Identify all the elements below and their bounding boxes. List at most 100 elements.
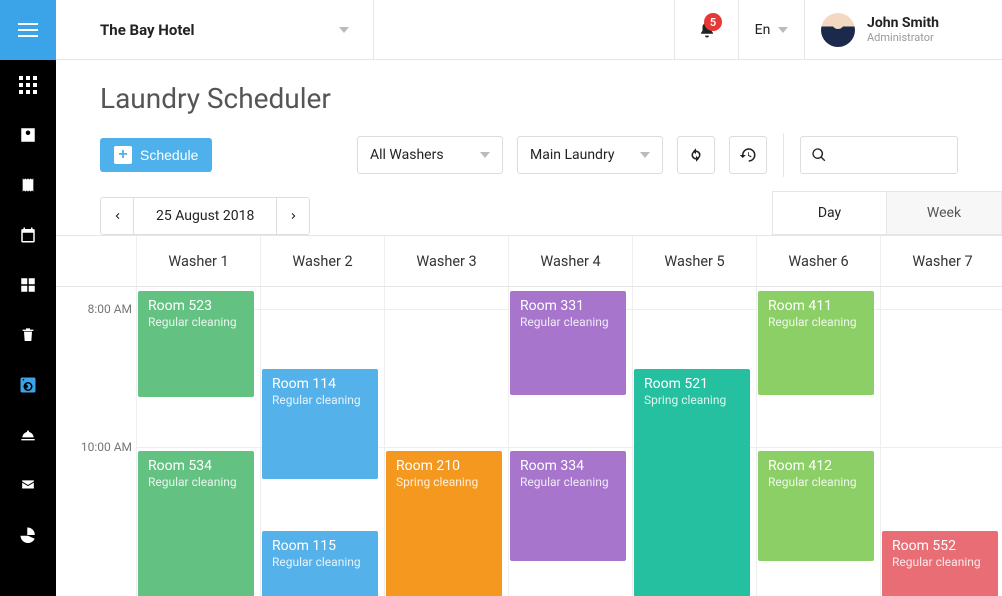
caret-down-icon bbox=[480, 152, 490, 158]
sidebar-item-mail[interactable] bbox=[0, 460, 56, 510]
sidebar-item-apps[interactable] bbox=[0, 60, 56, 110]
event-title: Room 534 bbox=[148, 458, 212, 474]
date-navigator: 25 August 2018 bbox=[100, 197, 310, 235]
column-header: Washer 7 bbox=[880, 236, 1002, 286]
pie-chart-icon bbox=[19, 526, 37, 544]
schedule-button-label: Schedule bbox=[140, 147, 198, 163]
event-subtitle: Regular cleaning bbox=[148, 475, 244, 489]
language-label: En bbox=[755, 22, 771, 38]
hotel-selector[interactable]: The Bay Hotel bbox=[56, 0, 374, 59]
sidebar bbox=[0, 0, 56, 596]
sidebar-item-grid[interactable] bbox=[0, 260, 56, 310]
event-title: Room 523 bbox=[148, 298, 212, 314]
user-role: Administrator bbox=[867, 31, 939, 44]
notification-badge: 5 bbox=[704, 13, 722, 31]
page-title: Laundry Scheduler bbox=[100, 82, 958, 115]
refresh-button[interactable] bbox=[677, 136, 715, 174]
notifications-button[interactable]: 5 bbox=[674, 0, 738, 59]
event-title: Room 331 bbox=[520, 298, 584, 314]
event-subtitle: Spring cleaning bbox=[396, 475, 492, 489]
event-title: Room 114 bbox=[272, 376, 336, 392]
event-subtitle: Regular cleaning bbox=[520, 475, 616, 489]
caret-down-icon bbox=[778, 27, 788, 33]
avatar bbox=[821, 13, 855, 47]
sidebar-item-contacts[interactable] bbox=[0, 110, 56, 160]
hamburger-menu-button[interactable] bbox=[0, 0, 56, 60]
schedule-button[interactable]: + Schedule bbox=[100, 138, 212, 172]
scheduler-body[interactable]: 8:00 AM10:00 AMRoom 523Regular cleaningR… bbox=[56, 287, 1002, 596]
view-tab-day[interactable]: Day bbox=[772, 191, 887, 235]
scheduled-event[interactable]: Room 412Regular cleaning bbox=[758, 451, 874, 561]
trash-icon bbox=[20, 326, 36, 344]
sidebar-item-laundry[interactable] bbox=[0, 360, 56, 410]
topbar: The Bay Hotel 5 En John Smith Administra… bbox=[56, 0, 1002, 60]
contact-icon bbox=[19, 126, 37, 144]
column-header: Washer 5 bbox=[632, 236, 756, 286]
caret-down-icon bbox=[339, 27, 349, 33]
scheduled-event[interactable]: Room 411Regular cleaning bbox=[758, 291, 874, 395]
time-label: 8:00 AM bbox=[56, 302, 132, 316]
column-header: Washer 3 bbox=[384, 236, 508, 286]
receipt-icon bbox=[20, 176, 36, 194]
hamburger-icon bbox=[18, 23, 38, 37]
event-title: Room 521 bbox=[644, 376, 708, 392]
history-icon bbox=[739, 146, 757, 164]
event-title: Room 210 bbox=[396, 458, 460, 474]
current-date[interactable]: 25 August 2018 bbox=[133, 198, 277, 234]
event-subtitle: Regular cleaning bbox=[148, 315, 244, 329]
sidebar-item-calendar[interactable] bbox=[0, 210, 56, 260]
scheduled-event[interactable]: Room 534Regular cleaning bbox=[138, 451, 254, 596]
plus-icon: + bbox=[114, 146, 132, 164]
scheduled-event[interactable]: Room 115Regular cleaning bbox=[262, 531, 378, 596]
event-title: Room 115 bbox=[272, 538, 336, 554]
scheduler-header: Washer 1Washer 2Washer 3Washer 4Washer 5… bbox=[56, 236, 1002, 287]
event-subtitle: Regular cleaning bbox=[768, 475, 864, 489]
view-switch: Day Week bbox=[772, 191, 1002, 235]
event-subtitle: Regular cleaning bbox=[520, 315, 616, 329]
location-filter-value: Main Laundry bbox=[530, 147, 614, 163]
column-header: Washer 6 bbox=[756, 236, 880, 286]
user-menu[interactable]: John Smith Administrator bbox=[804, 0, 1002, 59]
chevron-left-icon bbox=[113, 209, 122, 223]
column-header: Washer 2 bbox=[260, 236, 384, 286]
scheduled-event[interactable]: Room 331Regular cleaning bbox=[510, 291, 626, 395]
next-day-button[interactable] bbox=[277, 198, 309, 234]
calendar-icon bbox=[19, 226, 37, 244]
scheduled-event[interactable]: Room 334Regular cleaning bbox=[510, 451, 626, 561]
column-header: Washer 4 bbox=[508, 236, 632, 286]
event-title: Room 411 bbox=[768, 298, 832, 314]
washer-filter-select[interactable]: All Washers bbox=[357, 136, 503, 174]
search-input[interactable] bbox=[800, 136, 958, 174]
scheduled-event[interactable]: Room 521Spring cleaning bbox=[634, 369, 750, 596]
scheduled-event[interactable]: Room 114Regular cleaning bbox=[262, 369, 378, 479]
event-subtitle: Regular cleaning bbox=[768, 315, 864, 329]
event-title: Room 412 bbox=[768, 458, 832, 474]
scheduled-event[interactable]: Room 210Spring cleaning bbox=[386, 451, 502, 596]
language-selector[interactable]: En bbox=[738, 0, 804, 59]
event-subtitle: Regular cleaning bbox=[272, 393, 368, 407]
toolbar: + Schedule All Washers Main Laundry bbox=[56, 115, 1002, 177]
column-header: Washer 1 bbox=[136, 236, 260, 286]
event-subtitle: Regular cleaning bbox=[892, 555, 988, 569]
sidebar-item-receipts[interactable] bbox=[0, 160, 56, 210]
history-button[interactable] bbox=[729, 136, 767, 174]
event-title: Room 334 bbox=[520, 458, 584, 474]
scheduler: Washer 1Washer 2Washer 3Washer 4Washer 5… bbox=[56, 235, 1002, 596]
sidebar-item-trash[interactable] bbox=[0, 310, 56, 360]
time-label: 10:00 AM bbox=[56, 440, 132, 454]
sidebar-item-room-service[interactable] bbox=[0, 410, 56, 460]
chevron-right-icon bbox=[289, 209, 298, 223]
sidebar-item-reports[interactable] bbox=[0, 510, 56, 560]
location-filter-select[interactable]: Main Laundry bbox=[517, 136, 663, 174]
event-subtitle: Spring cleaning bbox=[644, 393, 740, 407]
view-tab-week[interactable]: Week bbox=[887, 191, 1002, 235]
mail-icon bbox=[19, 478, 37, 492]
apps-icon bbox=[19, 76, 37, 94]
scheduled-event[interactable]: Room 523Regular cleaning bbox=[138, 291, 254, 397]
search-icon bbox=[811, 147, 827, 163]
hotel-name: The Bay Hotel bbox=[100, 21, 195, 39]
washer-filter-value: All Washers bbox=[370, 147, 444, 163]
scheduled-event[interactable]: Room 552Regular cleaning bbox=[882, 531, 998, 596]
prev-day-button[interactable] bbox=[101, 198, 133, 234]
caret-down-icon bbox=[640, 152, 650, 158]
